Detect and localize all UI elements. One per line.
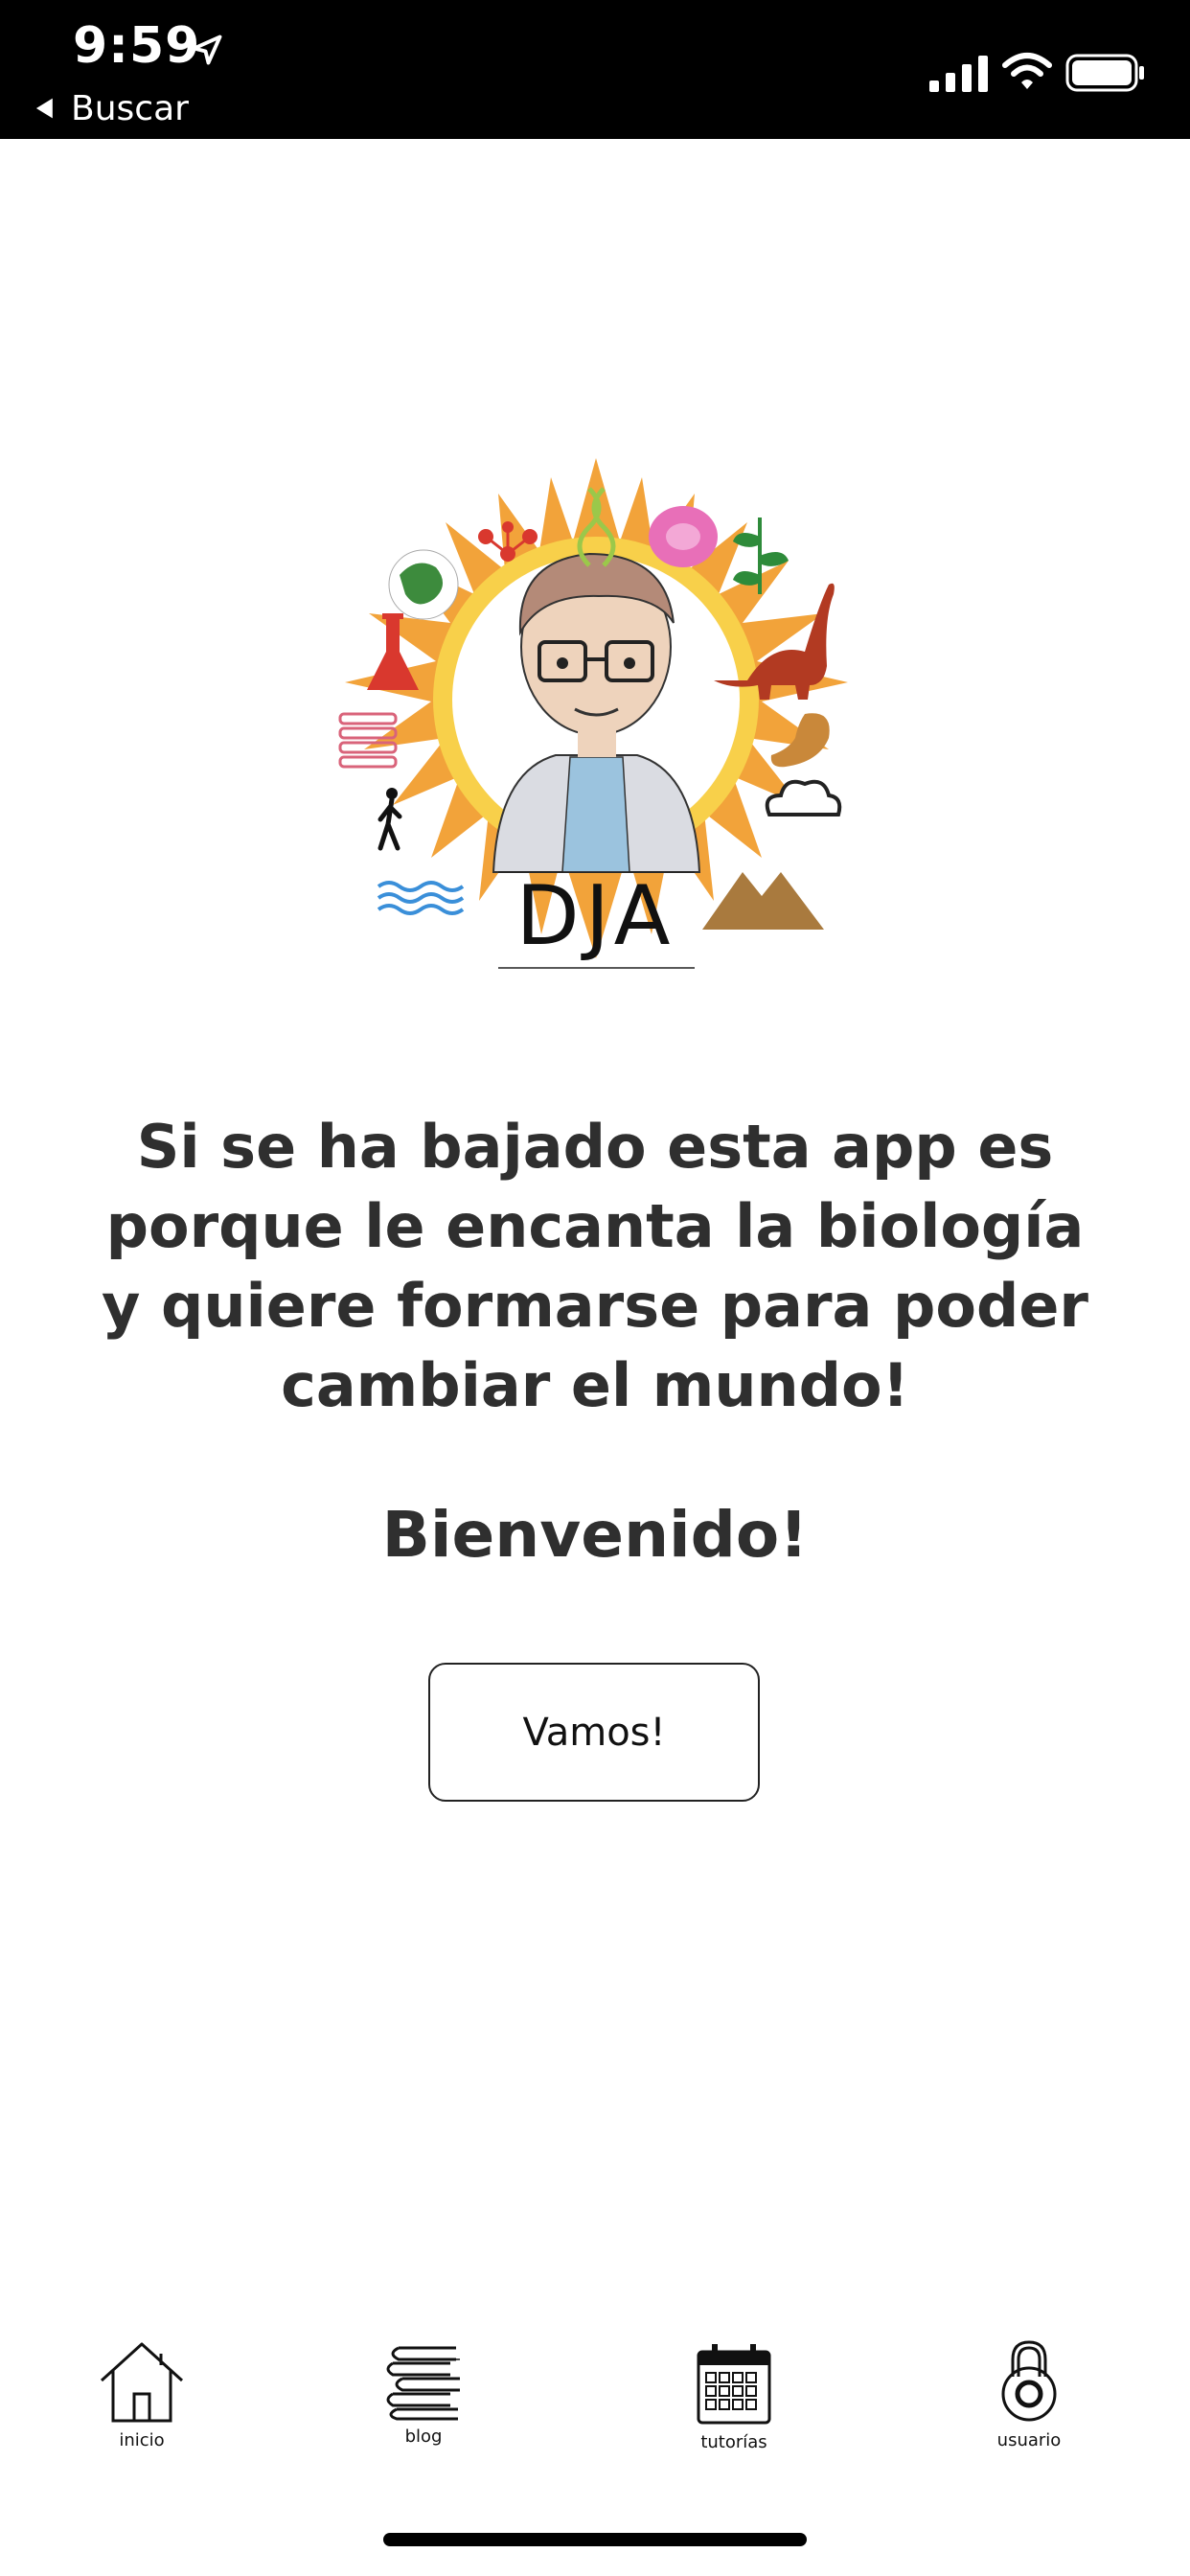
location-arrow-icon — [192, 34, 222, 65]
wifi-icon — [1002, 53, 1052, 89]
status-bar: 9:59 Buscar — [0, 0, 1190, 139]
app-screen: 9:59 Buscar DJA Si se ha bajado esta app… — [0, 0, 1190, 2576]
tab-tutorias[interactable]: tutorías — [686, 2340, 782, 2452]
intro-message: Si se ha bajado esta app es porque le en… — [102, 1112, 1088, 1420]
walking-person-icon — [378, 788, 402, 851]
welcome-heading: Bienvenido! — [381, 1498, 809, 1572]
tab-label: blog — [404, 2426, 443, 2447]
back-to-search[interactable]: Buscar — [33, 84, 189, 132]
waves-icon — [377, 881, 465, 915]
cell-icon — [649, 506, 718, 567]
dja-logo: DJA — [338, 458, 848, 969]
dja-text: DJA — [516, 868, 676, 964]
tab-usuario[interactable]: usuario — [981, 2338, 1077, 2450]
back-label: Buscar — [71, 88, 189, 128]
dja-lettering: DJA — [498, 868, 695, 969]
globe-icon — [388, 549, 459, 620]
status-time: 9:59 — [73, 17, 201, 75]
books-stack-icon — [386, 2346, 460, 2421]
tab-label: tutorías — [700, 2432, 767, 2452]
tab-label: usuario — [996, 2430, 1062, 2450]
mountain-icon — [702, 872, 824, 930]
back-triangle-icon — [35, 98, 53, 119]
padlock-icon — [1001, 2340, 1057, 2422]
bottom-tab-bar: inicio blog tutorías usuario — [0, 2319, 1190, 2482]
tab-blog[interactable]: blog — [376, 2340, 471, 2447]
calendar-icon — [697, 2344, 771, 2425]
home-indicator[interactable] — [383, 2533, 807, 2546]
battery-icon — [1065, 54, 1144, 92]
vamos-button[interactable]: Vamos! — [428, 1663, 760, 1802]
house-icon — [100, 2342, 184, 2423]
cellular-signal-icon — [929, 56, 988, 92]
tab-inicio[interactable]: inicio — [94, 2338, 190, 2450]
tab-label: inicio — [119, 2430, 165, 2450]
